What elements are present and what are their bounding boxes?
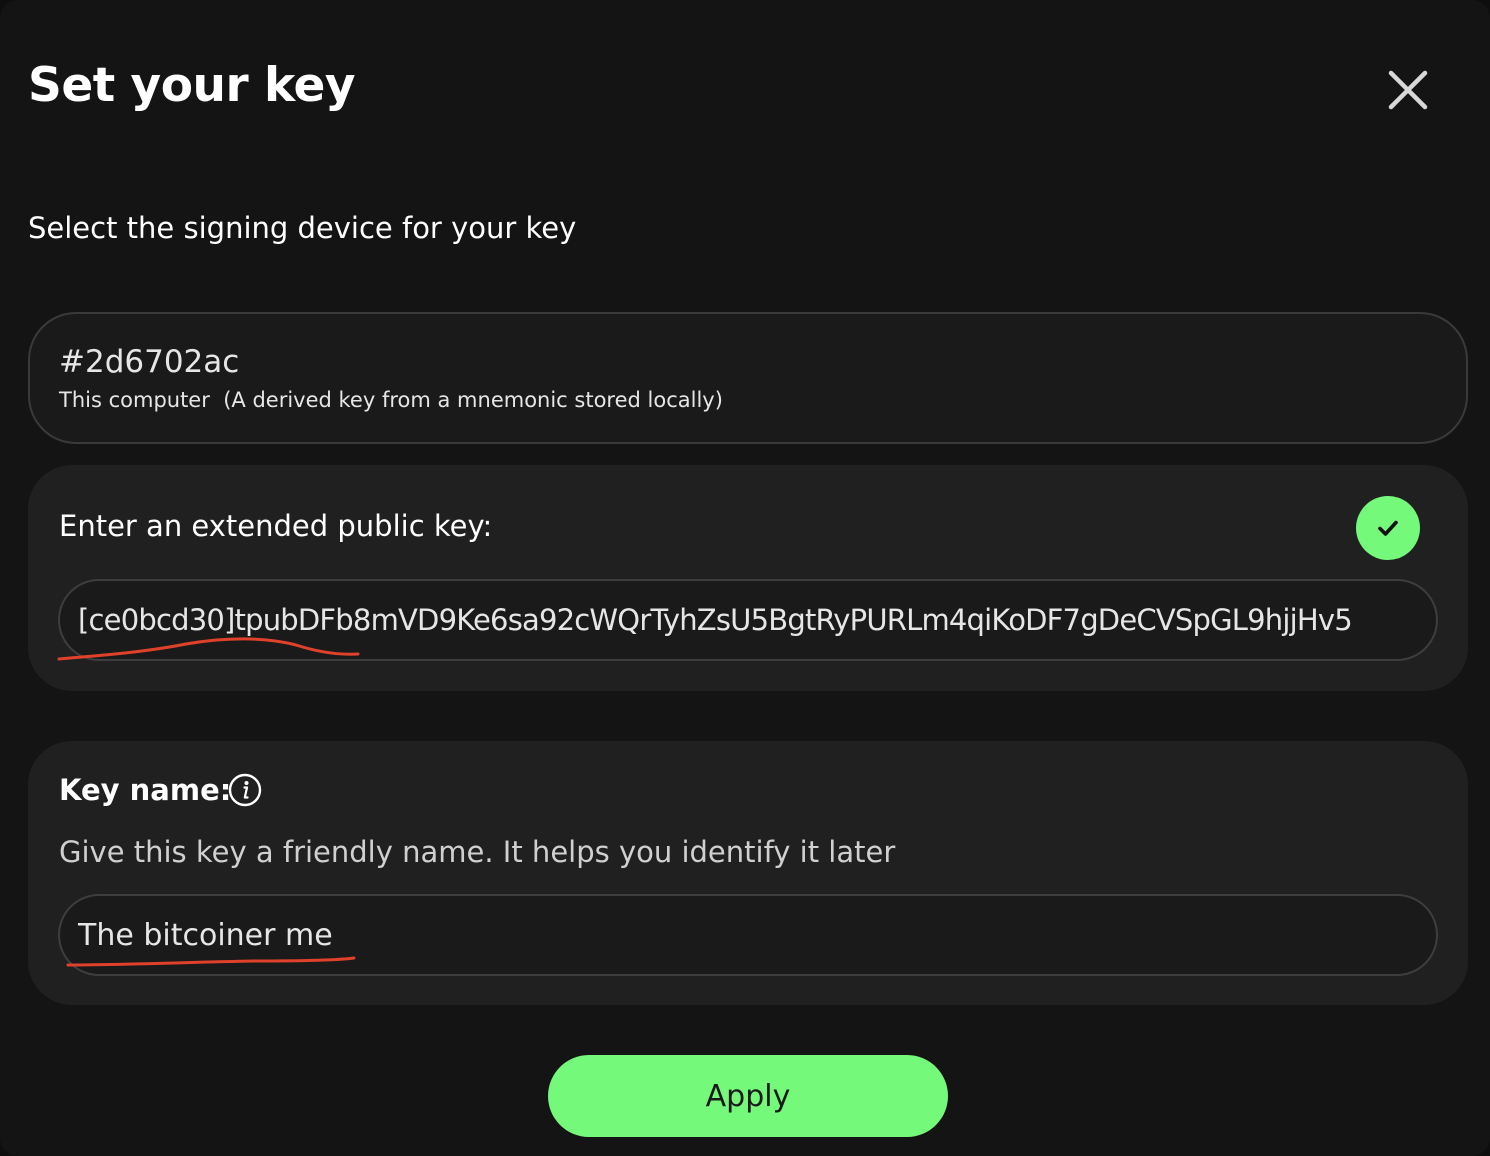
check-icon — [1378, 520, 1398, 536]
apply-button[interactable]: Apply — [548, 1055, 948, 1137]
device-description: This computer (A derived key from a mnem… — [59, 388, 723, 412]
key-name-panel: Key name: Give this key a friendly name.… — [28, 741, 1468, 1005]
xpub-panel: Enter an extended public key: — [28, 465, 1468, 691]
xpub-input[interactable] — [58, 579, 1438, 661]
xpub-label: Enter an extended public key: — [59, 509, 493, 543]
close-icon — [1388, 70, 1428, 110]
key-name-input[interactable] — [58, 894, 1438, 976]
set-key-modal: Set your key Select the signing device f… — [0, 0, 1490, 1156]
info-icon[interactable] — [228, 773, 262, 807]
device-select-prompt: Select the signing device for your key — [28, 211, 577, 245]
key-name-help: Give this key a friendly name. It helps … — [59, 835, 896, 869]
valid-status-badge — [1356, 496, 1420, 560]
close-button[interactable] — [1380, 62, 1436, 118]
device-fingerprint: #2d6702ac — [59, 344, 240, 380]
modal-title: Set your key — [28, 58, 356, 113]
signing-device-option[interactable]: #2d6702ac This computer (A derived key f… — [28, 312, 1468, 444]
key-name-label: Key name: — [59, 773, 232, 807]
